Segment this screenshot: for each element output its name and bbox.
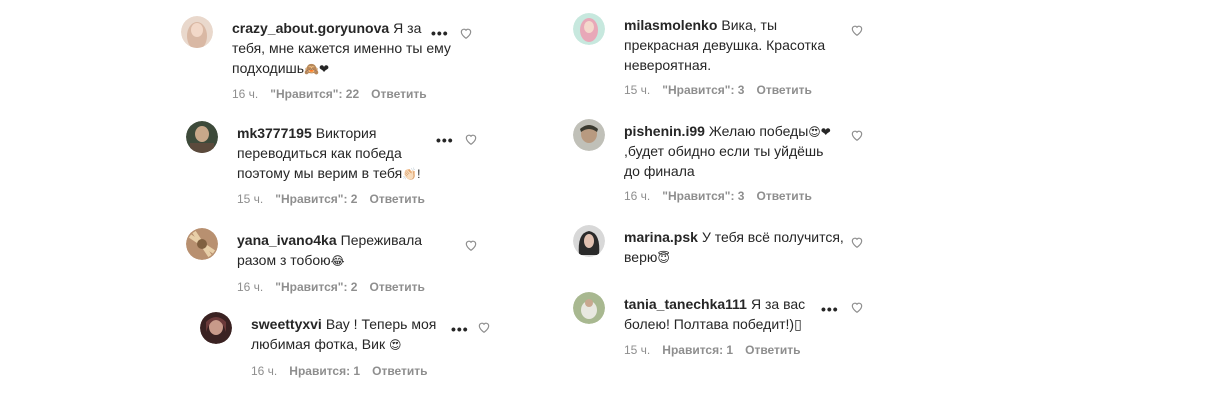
comment-time[interactable]: 16 ч. bbox=[624, 189, 650, 203]
likes-count[interactable]: "Нравится": 2 bbox=[275, 280, 357, 294]
comment-username[interactable]: crazy_about.goryunova bbox=[232, 20, 389, 36]
emoji: 🙈❤ bbox=[304, 62, 330, 76]
avatar[interactable] bbox=[573, 13, 605, 45]
comment: tania_tanechka111 Я за вас болею! Полтава… bbox=[573, 292, 873, 362]
heart-outline-icon[interactable] bbox=[850, 235, 864, 249]
comment-text: yana_ivano4ka Переживала разом з тобою😂 bbox=[237, 232, 423, 268]
heart-outline-icon[interactable] bbox=[477, 320, 491, 334]
comment-time[interactable]: 16 ч. bbox=[237, 280, 263, 294]
heart-outline-icon[interactable] bbox=[850, 128, 864, 142]
comment-username[interactable]: marina.psk bbox=[624, 229, 698, 245]
comment-meta: 15 ч. "Нравится": 2 Ответить bbox=[237, 192, 437, 206]
more-dots-icon[interactable]: ••• bbox=[451, 322, 469, 336]
heart-outline-icon[interactable] bbox=[850, 300, 864, 314]
reply-button[interactable]: Ответить bbox=[372, 364, 427, 378]
emoji: 😂 bbox=[330, 254, 345, 268]
comment: pishenin.i99 Желаю победы😍❤,будет обидно … bbox=[573, 119, 873, 209]
reply-button[interactable]: Ответить bbox=[756, 189, 811, 203]
reply-button[interactable]: Ответить bbox=[369, 280, 424, 294]
comment-text: mk3777195 Виктория переводиться как побед… bbox=[237, 125, 421, 181]
likes-count[interactable]: "Нравится": 22 bbox=[270, 87, 359, 101]
comment-time[interactable]: 16 ч. bbox=[251, 364, 277, 378]
reply-button[interactable]: Ответить bbox=[745, 343, 800, 357]
avatar[interactable] bbox=[186, 228, 218, 260]
comment-username[interactable]: pishenin.i99 bbox=[624, 123, 705, 139]
comment-text: milasmolenko Вика, ты прекрасная девушка.… bbox=[624, 17, 826, 73]
avatar[interactable] bbox=[573, 292, 605, 324]
comment-time[interactable]: 15 ч. bbox=[237, 192, 263, 206]
avatar[interactable] bbox=[573, 225, 605, 257]
comment-text: pishenin.i99 Желаю победы😍❤,будет обидно … bbox=[624, 123, 831, 179]
heart-outline-icon[interactable] bbox=[464, 132, 478, 146]
reply-button[interactable]: Ответить bbox=[756, 83, 811, 97]
comment-time[interactable]: 16 ч. bbox=[232, 87, 258, 101]
likes-count[interactable]: "Нравится": 2 bbox=[275, 192, 357, 206]
emoji: 😍❤ bbox=[808, 125, 831, 139]
comment-meta: 15 ч. Нравится: 1 Ответить bbox=[624, 343, 813, 357]
comment-text: sweettyxvi Вау ! Теперь моя любимая фотка… bbox=[251, 316, 437, 352]
likes-count[interactable]: Нравится: 1 bbox=[662, 343, 733, 357]
comment-meta: 16 ч. "Нравится": 2 Ответить bbox=[237, 280, 437, 294]
comment-username[interactable]: yana_ivano4ka bbox=[237, 232, 337, 248]
likes-count[interactable]: Нравится: 1 bbox=[289, 364, 360, 378]
more-dots-icon[interactable]: ••• bbox=[431, 26, 449, 40]
more-dots-icon[interactable]: ••• bbox=[436, 133, 454, 147]
comment-text: marina.psk У тебя всё получится, верю😇 bbox=[624, 229, 844, 265]
comment-text: tania_tanechka111 Я за вас болею! Полтава… bbox=[624, 296, 806, 332]
comment-meta: 15 ч. "Нравится": 3 Ответить bbox=[624, 83, 824, 97]
avatar[interactable] bbox=[186, 121, 218, 153]
reply-comment: sweettyxvi Вау ! Теперь моя любимая фотка… bbox=[200, 312, 500, 382]
avatar[interactable] bbox=[200, 312, 232, 344]
comment-username[interactable]: sweettyxvi bbox=[251, 316, 322, 332]
comment-meta: 16 ч. Нравится: 1 Ответить bbox=[251, 364, 440, 378]
comment: milasmolenko Вика, ты прекрасная девушка.… bbox=[573, 13, 873, 103]
comment: marina.psk У тебя всё получится, верю😇 bbox=[573, 225, 873, 275]
heart-outline-icon[interactable] bbox=[850, 23, 864, 37]
comment-meta: 16 ч. "Нравится": 3 Ответить bbox=[624, 189, 824, 203]
reply-button[interactable]: Ответить bbox=[369, 192, 424, 206]
heart-outline-icon[interactable] bbox=[459, 26, 473, 40]
emoji: 😍 bbox=[388, 338, 402, 352]
heart-outline-icon[interactable] bbox=[464, 238, 478, 252]
comment: mk3777195 Виктория переводиться как побед… bbox=[186, 121, 481, 211]
more-dots-icon[interactable]: ••• bbox=[821, 302, 839, 316]
comment-username[interactable]: milasmolenko bbox=[624, 17, 717, 33]
comment-time[interactable]: 15 ч. bbox=[624, 343, 650, 357]
emoji: 😇 bbox=[657, 251, 670, 265]
emoji: 👏🏻! bbox=[402, 167, 421, 181]
avatar[interactable] bbox=[573, 119, 605, 151]
likes-count[interactable]: "Нравится": 3 bbox=[662, 83, 744, 97]
comment: crazy_about.goryunova Я за тебя, мне каже… bbox=[181, 16, 481, 106]
comment-time[interactable]: 15 ч. bbox=[624, 83, 650, 97]
reply-button[interactable]: Ответить bbox=[371, 87, 426, 101]
comment-username[interactable]: mk3777195 bbox=[237, 125, 312, 141]
comment-username[interactable]: tania_tanechka111 bbox=[624, 296, 747, 312]
comment-text: crazy_about.goryunova Я за тебя, мне каже… bbox=[232, 20, 451, 76]
comment-meta: 16 ч. "Нравится": 22 Ответить bbox=[232, 87, 439, 101]
likes-count[interactable]: "Нравится": 3 bbox=[662, 189, 744, 203]
avatar[interactable] bbox=[181, 16, 213, 48]
comment: yana_ivano4ka Переживала разом з тобою😂 1… bbox=[186, 228, 481, 298]
glyph: ▯ bbox=[794, 316, 802, 332]
